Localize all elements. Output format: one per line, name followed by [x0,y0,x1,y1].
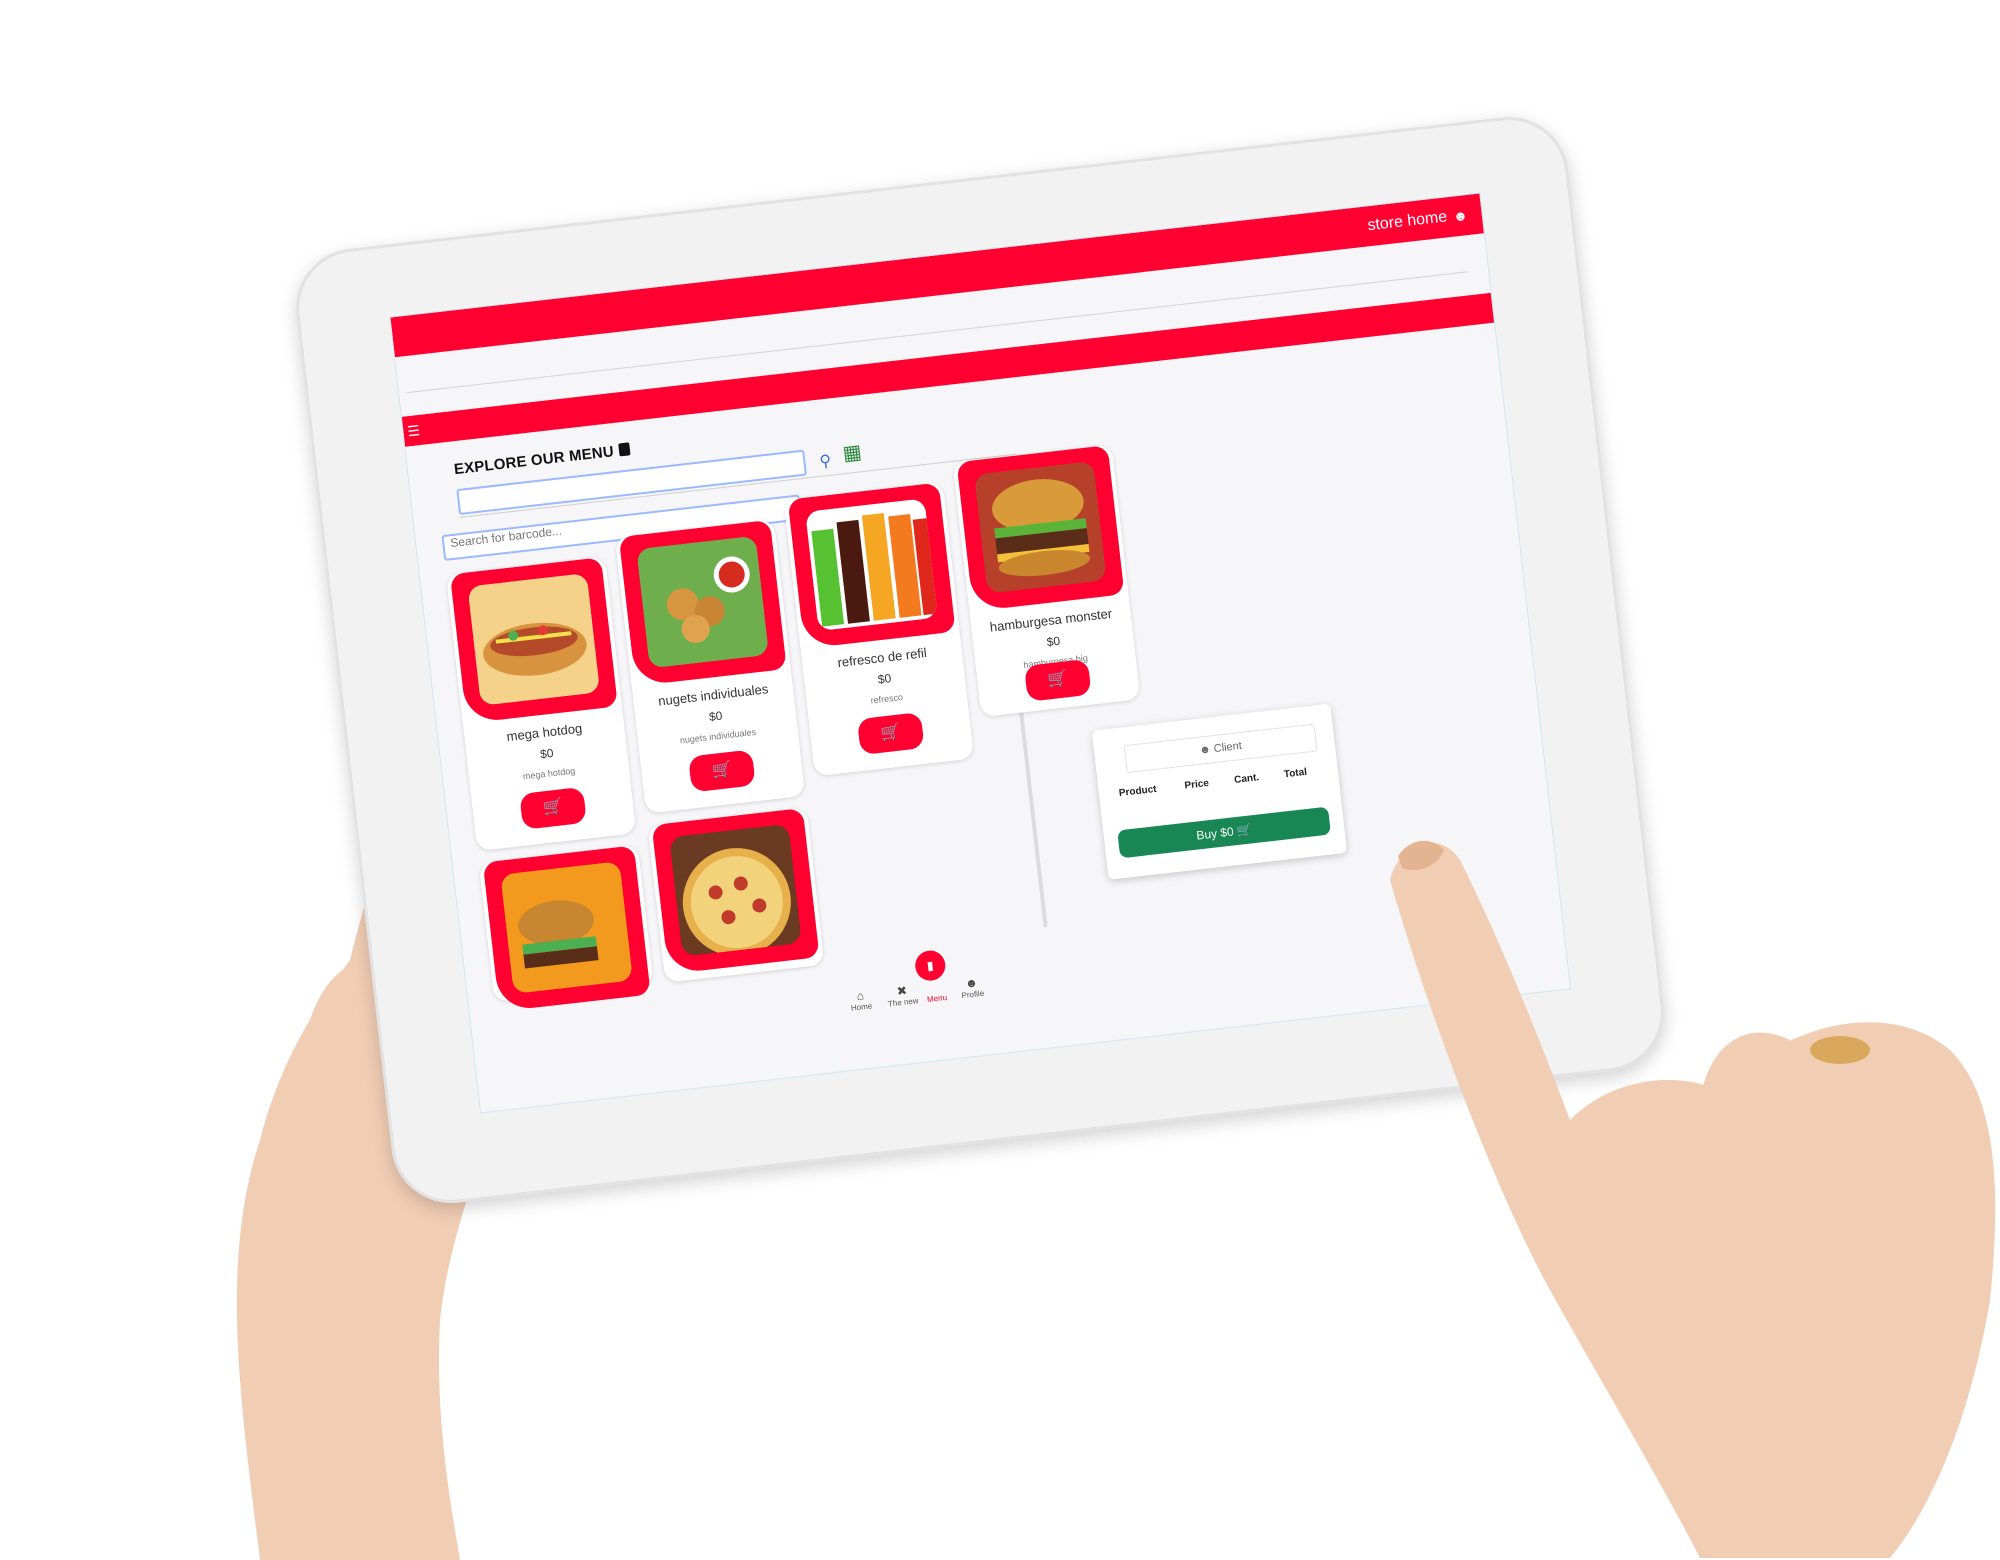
cart-icon: 🛒 [542,798,564,818]
pizza-image [669,823,802,957]
cart-icon: 🛒 [879,723,902,743]
column-product: Product [1118,783,1158,800]
product-photo-frame [956,445,1125,612]
soda-image [805,498,938,632]
store-home-link[interactable]: store home [1367,208,1449,235]
cart-icon: 🛒 [1236,822,1253,838]
column-quantity: Cant. [1233,772,1260,786]
search-icon[interactable]: ⚲ [818,451,833,472]
column-price: Price [1183,777,1210,792]
buy-label: Buy $0 [1195,824,1235,843]
burger-image [973,460,1107,594]
user-icon[interactable]: ☻ [1452,207,1468,225]
nav-profile[interactable]: ☻ Profile [941,973,1003,1003]
barcode-scan-icon[interactable]: ▦ [841,439,863,466]
column-total: Total [1283,766,1308,781]
hotdog-image [467,572,601,706]
menu-fab-button[interactable]: ▮ [913,948,947,983]
product-card[interactable]: nugets individuales $0 nugets individual… [614,519,806,814]
product-card[interactable]: refresco de refil $0 refresco 🛒 [783,482,975,777]
product-photo-frame [787,482,956,649]
book-icon [617,442,631,457]
nav-label: Profile [961,988,985,1001]
product-card[interactable]: mega hotdog $0 mega hotdog 🛒 [445,556,637,852]
cart-panel: ☻ Client Product Price Cant. Total Buy $… [1091,703,1348,880]
product-card[interactable]: hamburgesa monster $0 hamburgesa big 🛒 [952,444,1141,718]
cart-icon: 🛒 [1046,670,1069,690]
add-to-cart-button[interactable]: 🛒 [688,749,756,793]
nuggets-image [636,535,770,669]
cart-icon: 🛒 [710,760,733,781]
nav-label: Home [850,1001,873,1013]
right-hand-image [1390,840,1996,1558]
product-photo-frame [618,519,787,687]
product-photo-frame [482,845,651,1012]
add-to-cart-button[interactable]: 🛒 [856,712,925,756]
hamburger-icon[interactable]: ☰ [407,422,424,439]
user-icon: ☻ [1198,743,1212,757]
book-icon: ▮ [926,958,935,973]
burger-combo-image [500,861,634,994]
client-label: Client [1213,739,1243,756]
product-card[interactable] [478,844,654,1012]
client-field[interactable]: ☻ Client [1123,723,1318,774]
add-to-cart-button[interactable]: 🛒 [1023,658,1092,702]
product-card[interactable] [647,807,825,983]
product-photo-frame [651,808,820,975]
buy-button[interactable]: Buy $0 🛒 [1117,806,1331,859]
add-to-cart-button[interactable]: 🛒 [519,786,587,830]
product-photo-frame [449,557,618,724]
